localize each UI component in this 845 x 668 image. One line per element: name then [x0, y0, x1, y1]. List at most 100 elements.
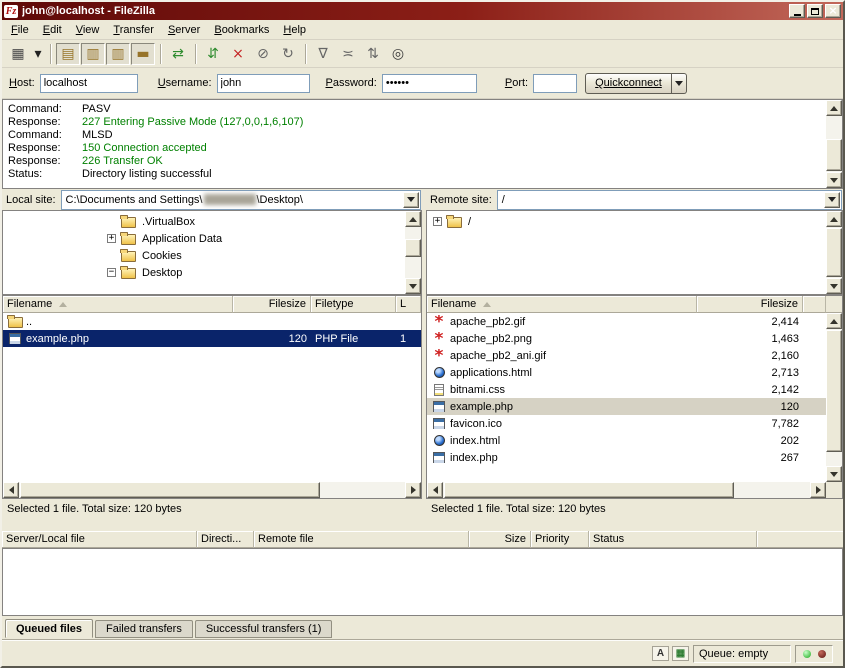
menu-item-help[interactable]: Help: [276, 21, 313, 39]
expand-plus-icon[interactable]: +: [433, 217, 442, 226]
tree-item-application-data[interactable]: +Application Data: [3, 230, 404, 247]
scroll-down-button[interactable]: [826, 172, 842, 188]
title-bar[interactable]: Fz john@localhost - FileZilla ×: [2, 2, 843, 20]
menu-item-server[interactable]: Server: [161, 21, 207, 39]
host-input[interactable]: [40, 74, 138, 93]
filter-button[interactable]: ∇: [311, 43, 335, 65]
column-header-size[interactable]: Size: [469, 531, 531, 548]
maximize-button[interactable]: [807, 4, 823, 18]
scroll-left-button[interactable]: [3, 482, 19, 498]
scroll-down-button[interactable]: [826, 278, 842, 294]
file-row-example-php[interactable]: example.php120: [427, 398, 826, 415]
tree-item-cookies[interactable]: Cookies: [3, 247, 404, 264]
column-header-remote-file[interactable]: Remote file: [254, 531, 469, 548]
scroll-up-button[interactable]: [826, 313, 842, 329]
file-row-applications-html[interactable]: applications.html2,713: [427, 364, 826, 381]
menu-item-edit[interactable]: Edit: [36, 21, 69, 39]
transfer-queue-list[interactable]: [2, 548, 843, 616]
tree-item-desktop[interactable]: −Desktop: [3, 264, 404, 281]
scrollbar-thumb[interactable]: [405, 239, 421, 257]
sync-browsing-button[interactable]: ⇅: [361, 43, 385, 65]
tree-item-label: Cookies: [142, 250, 182, 262]
scroll-left-button[interactable]: [427, 482, 443, 498]
process-queue-button[interactable]: ⇵: [201, 43, 225, 65]
scrollbar-thumb[interactable]: [444, 482, 734, 498]
remote-list-vertical-scrollbar[interactable]: [826, 313, 842, 482]
column-header-filename[interactable]: Filename: [427, 296, 697, 313]
file-row-example-php[interactable]: example.php120PHP File1: [3, 330, 421, 347]
toggle-queue-button[interactable]: ▬: [131, 43, 155, 65]
column-header-filesize[interactable]: Filesize: [233, 296, 311, 313]
toggle-remote-tree-button[interactable]: ▥: [106, 43, 130, 65]
menu-item-bookmarks[interactable]: Bookmarks: [207, 21, 276, 39]
tab-successful-transfers-1[interactable]: Successful transfers (1): [195, 620, 333, 638]
file-row-apache-pb2-gif[interactable]: *apache_pb2.gif2,414: [427, 313, 826, 330]
username-input[interactable]: [217, 74, 310, 93]
filename-cell: example.php: [427, 400, 697, 414]
expand-plus-icon[interactable]: +: [107, 234, 116, 243]
site-manager-dropdown-button[interactable]: ▾: [31, 43, 45, 65]
column-header-filename[interactable]: Filename: [3, 296, 233, 313]
scroll-up-button[interactable]: [405, 211, 421, 227]
scroll-down-button[interactable]: [826, 466, 842, 482]
scroll-right-button[interactable]: [810, 482, 826, 498]
column-header-server-local-file[interactable]: Server/Local file: [2, 531, 197, 548]
tab-failed-transfers[interactable]: Failed transfers: [95, 620, 193, 638]
local-tree-vertical-scrollbar[interactable]: [405, 211, 421, 294]
local-site-combobox[interactable]: C:\Documents and Settings\\Desktop\: [61, 190, 421, 210]
file-row-apache-pb2-ani-gif[interactable]: *apache_pb2_ani.gif2,160: [427, 347, 826, 364]
tree-item-virtualbox[interactable]: .VirtualBox: [3, 213, 404, 230]
remote-tree-vertical-scrollbar[interactable]: [826, 211, 842, 294]
file-row-bitnami-css[interactable]: bitnami.css2,142: [427, 381, 826, 398]
scrollbar-thumb[interactable]: [826, 228, 842, 277]
column-header-filesize[interactable]: Filesize: [697, 296, 803, 313]
scrollbar-thumb[interactable]: [826, 139, 842, 171]
tab-queued-files[interactable]: Queued files: [5, 619, 93, 638]
log-vertical-scrollbar[interactable]: [826, 100, 842, 188]
compare-button[interactable]: ≍: [336, 43, 360, 65]
column-header-status[interactable]: Status: [589, 531, 757, 548]
port-input[interactable]: [533, 74, 577, 93]
scroll-down-button[interactable]: [405, 278, 421, 294]
file-row-apache-pb2-png[interactable]: *apache_pb2.png1,463: [427, 330, 826, 347]
cancel-button[interactable]: ×: [226, 43, 250, 65]
minimize-button[interactable]: [789, 4, 805, 18]
remote-horizontal-scrollbar[interactable]: [427, 482, 842, 498]
scroll-right-button[interactable]: [405, 482, 421, 498]
column-header-modified[interactable]: L: [396, 296, 421, 313]
toggle-message-log-button[interactable]: ▤: [56, 43, 80, 65]
keypad-icon[interactable]: ▦: [672, 646, 689, 661]
refresh-button[interactable]: ⇄: [166, 43, 190, 65]
menu-item-transfer[interactable]: Transfer: [106, 21, 161, 39]
menu-item-file[interactable]: File: [4, 21, 36, 39]
close-button[interactable]: ×: [825, 4, 841, 18]
file-row-favicon-ico[interactable]: favicon.ico7,782: [427, 415, 826, 432]
column-header-priority[interactable]: Priority: [531, 531, 589, 548]
scrollbar-thumb[interactable]: [20, 482, 320, 498]
menu-item-view[interactable]: View: [69, 21, 107, 39]
file-row-index-html[interactable]: index.html202: [427, 432, 826, 449]
remote-site-dropdown[interactable]: [824, 192, 840, 208]
site-manager-button[interactable]: ▦: [6, 43, 30, 65]
scroll-up-button[interactable]: [826, 100, 842, 116]
toggle-local-tree-button[interactable]: ▥: [81, 43, 105, 65]
site-manager-icon: ▦: [11, 47, 24, 61]
quickconnect-dropdown-button[interactable]: [672, 73, 687, 94]
disconnect-button[interactable]: ⊘: [251, 43, 275, 65]
column-header-direction[interactable]: Directi...: [197, 531, 254, 548]
scrollbar-thumb[interactable]: [826, 330, 842, 452]
password-input[interactable]: [382, 74, 477, 93]
column-header-filetype[interactable]: Filetype: [311, 296, 396, 313]
file-row-[interactable]: ..: [3, 313, 421, 330]
local-horizontal-scrollbar[interactable]: [3, 482, 421, 498]
local-site-dropdown[interactable]: [403, 192, 419, 208]
quickconnect-button[interactable]: Quickconnect: [585, 73, 672, 94]
collapse-minus-icon[interactable]: −: [107, 268, 116, 277]
find-button[interactable]: ◎: [386, 43, 410, 65]
scroll-up-button[interactable]: [826, 211, 842, 227]
file-row-index-php[interactable]: index.php267: [427, 449, 826, 466]
data-type-icon[interactable]: A: [652, 646, 669, 661]
reconnect-button[interactable]: ↻: [276, 43, 300, 65]
remote-site-combobox[interactable]: /: [497, 190, 842, 210]
tree-item-[interactable]: +/: [427, 213, 825, 230]
